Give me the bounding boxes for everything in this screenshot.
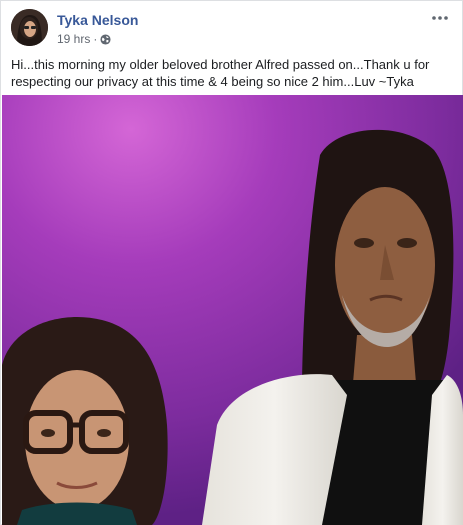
post-header: Tyka Nelson 19 hrs · (11, 9, 452, 49)
post-photo[interactable] (2, 95, 463, 525)
avatar-image (11, 9, 48, 46)
globe-icon[interactable] (100, 33, 111, 45)
facebook-post: Tyka Nelson 19 hrs · Hi...this morning m… (0, 0, 463, 525)
author-avatar[interactable] (11, 9, 48, 46)
meta-separator: · (93, 32, 98, 46)
author-name[interactable]: Tyka Nelson (57, 12, 138, 28)
post-meta: 19 hrs · (57, 32, 111, 46)
more-options-icon[interactable] (430, 9, 450, 27)
post-text: Hi...this morning my older beloved broth… (11, 57, 430, 89)
post-timestamp[interactable]: 19 hrs (57, 32, 90, 46)
photo-image (2, 95, 463, 525)
